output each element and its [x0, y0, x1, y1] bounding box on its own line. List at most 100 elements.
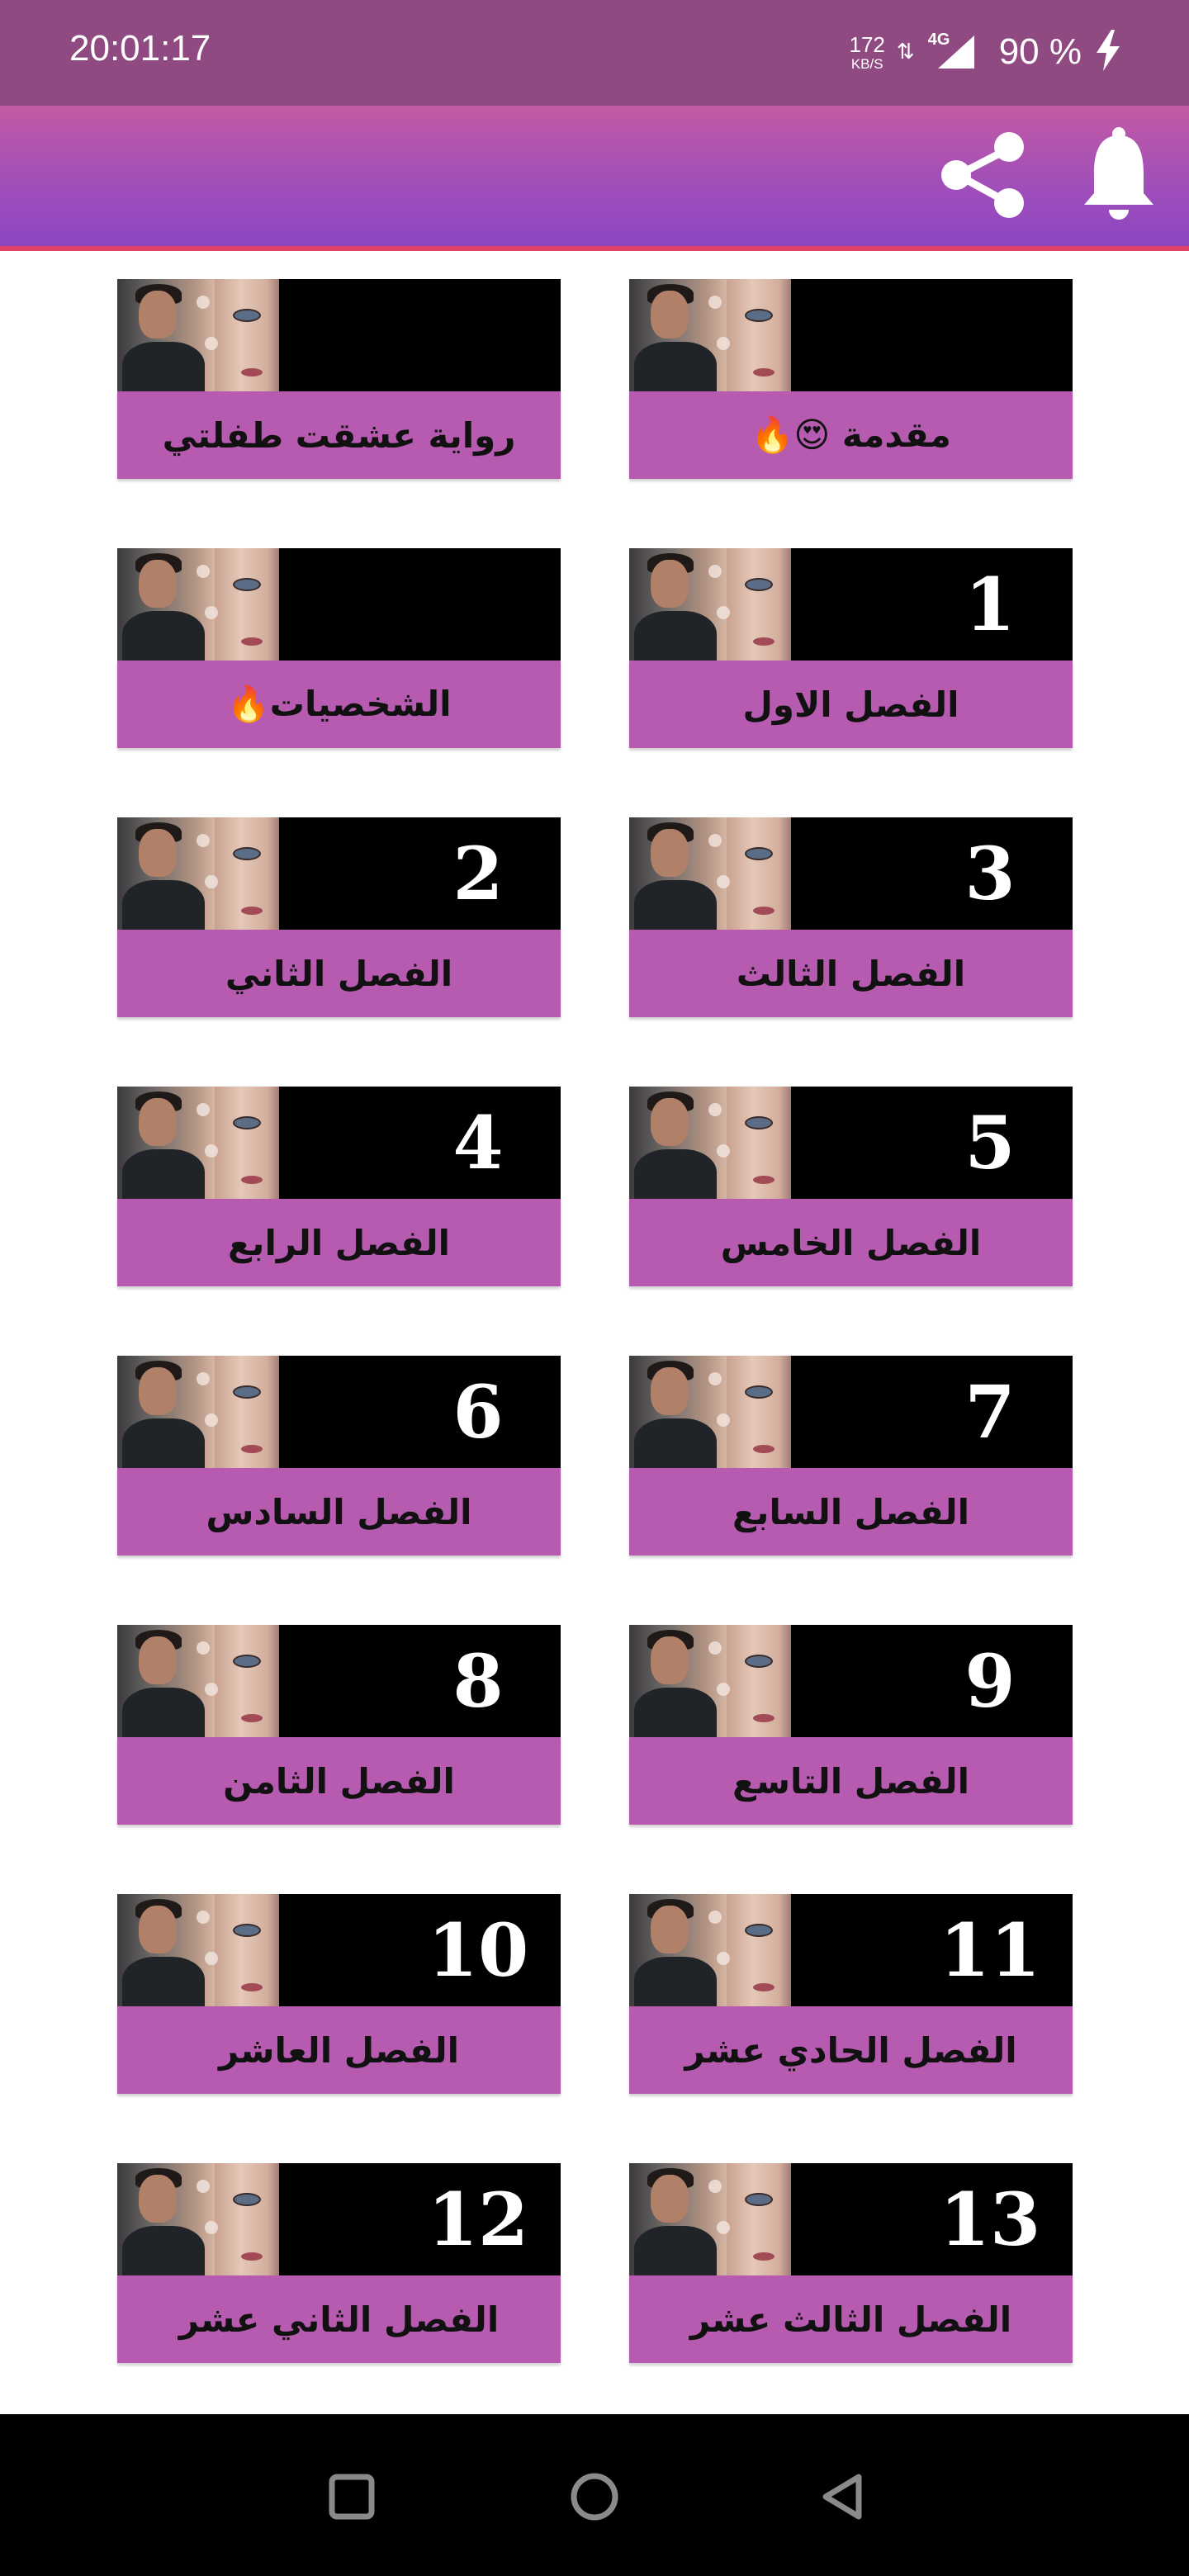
app-bar-divider [0, 246, 1189, 251]
chapter-card[interactable]: مقدمة 😍🔥 [629, 279, 1073, 479]
charging-icon [1093, 30, 1123, 74]
chapter-thumbnail: 13 [629, 2163, 1073, 2275]
back-button[interactable] [793, 2447, 892, 2546]
chapter-card[interactable]: 13 الفصل الثالث عشر [629, 2163, 1073, 2363]
notifications-button[interactable] [1065, 116, 1172, 231]
chapter-thumbnail [629, 279, 1073, 391]
chapter-number [907, 279, 1073, 391]
chapter-thumbnail: 1 [629, 548, 1073, 661]
chapter-title: الفصل الرابع [117, 1199, 561, 1286]
chapter-card[interactable]: 8 الفصل الثامن [117, 1625, 561, 1825]
chapter-card[interactable]: 3 الفصل الثالث [629, 817, 1073, 1017]
chapter-number: 2 [452, 831, 504, 916]
cover-portrait-image [117, 279, 279, 391]
chapter-number: 11 [939, 1907, 1041, 1993]
chapter-title: الفصل التاسع [629, 1737, 1073, 1825]
chapter-card[interactable]: الشخصيات🔥 [117, 548, 561, 748]
chapter-card[interactable]: 12 الفصل الثاني عشر [117, 2163, 561, 2363]
signal-icon: 4G [926, 31, 976, 70]
chapter-thumbnail: 7 [629, 1356, 1073, 1468]
chapter-number: 12 [427, 2176, 529, 2262]
chapter-thumbnail: 3 [629, 817, 1073, 930]
chapter-thumbnail: 8 [117, 1625, 561, 1737]
chapter-title: الفصل الثاني [117, 930, 561, 1017]
chapter-card[interactable]: 2 الفصل الثاني [117, 817, 561, 1017]
chapter-number: 8 [452, 1638, 504, 1724]
recents-button[interactable] [302, 2447, 401, 2546]
network-speed-value: 172 [849, 31, 885, 57]
square-icon [329, 2474, 375, 2520]
chapter-title: الفصل العاشر [117, 2006, 561, 2094]
chapter-title: الفصل الخامس [629, 1199, 1073, 1286]
chapter-card[interactable]: 1 الفصل الاول [629, 548, 1073, 748]
status-icons: 172 KB/S ⇅ 4G 90 % [850, 23, 1123, 81]
chapter-thumbnail: 5 [629, 1087, 1073, 1199]
network-speed-unit: KB/S [850, 55, 883, 72]
status-bar: 20:01:17 172 KB/S ⇅ 4G 90 % [0, 0, 1189, 106]
chapter-number: 6 [452, 1369, 504, 1455]
chapter-card[interactable]: 5 الفصل الخامس [629, 1087, 1073, 1286]
chapter-title: الفصل الثاني عشر [117, 2275, 561, 2363]
cover-portrait-image [629, 2163, 791, 2275]
battery-percent: 90 % [998, 31, 1082, 72]
cover-portrait-image [629, 1087, 791, 1199]
triangle-back-icon [822, 2474, 862, 2520]
chapter-title: رواية عشقت طفلتي [117, 391, 561, 479]
cover-portrait-image [629, 279, 791, 391]
chapter-number: 10 [427, 1907, 529, 1993]
cover-portrait-image [117, 1356, 279, 1468]
cover-portrait-image [629, 548, 791, 661]
chapter-number: 5 [964, 1100, 1016, 1186]
share-button[interactable] [925, 116, 1040, 231]
chapter-thumbnail [117, 279, 561, 391]
chapter-card[interactable]: 11 الفصل الحادي عشر [629, 1894, 1073, 2094]
chapter-number: 3 [964, 831, 1016, 916]
chapter-title: مقدمة 😍🔥 [629, 391, 1073, 479]
chapter-number [396, 548, 561, 661]
chapter-title: الفصل الثالث عشر [629, 2275, 1073, 2363]
cover-portrait-image [629, 817, 791, 930]
chapter-number: 9 [964, 1638, 1016, 1724]
data-transfer-icon: ⇅ [896, 40, 915, 64]
chapter-thumbnail: 4 [117, 1087, 561, 1199]
cover-portrait-image [117, 1625, 279, 1737]
chapter-number: 13 [939, 2176, 1041, 2262]
chapter-card[interactable]: 10 الفصل العاشر [117, 1894, 561, 2094]
chapter-title: الفصل السابع [629, 1468, 1073, 1556]
cover-portrait-image [117, 2163, 279, 2275]
cover-portrait-image [629, 1356, 791, 1468]
home-button[interactable] [545, 2447, 644, 2546]
circle-icon [571, 2473, 618, 2521]
chapter-thumbnail: 2 [117, 817, 561, 930]
system-nav-bar [0, 2414, 1189, 2576]
chapter-card[interactable]: 6 الفصل السادس [117, 1356, 561, 1556]
chapter-number: 4 [452, 1100, 504, 1186]
chapter-thumbnail: 12 [117, 2163, 561, 2275]
chapter-card[interactable]: 9 الفصل التاسع [629, 1625, 1073, 1825]
chapter-thumbnail: 6 [117, 1356, 561, 1468]
chapter-card[interactable]: رواية عشقت طفلتي [117, 279, 561, 479]
share-icon [941, 132, 1024, 218]
chapter-thumbnail [117, 548, 561, 661]
network-type-label: 4G [927, 31, 950, 49]
chapter-title: الشخصيات🔥 [117, 661, 561, 748]
cover-portrait-image [629, 1625, 791, 1737]
cover-portrait-image [117, 1894, 279, 2006]
cover-portrait-image [629, 1894, 791, 2006]
chapter-card[interactable]: 7 الفصل السابع [629, 1356, 1073, 1556]
chapter-number [396, 279, 561, 391]
chapter-title: الفصل الثامن [117, 1737, 561, 1825]
network-speed: 172 KB/S [850, 34, 885, 71]
cover-portrait-image [117, 1087, 279, 1199]
chapter-thumbnail: 10 [117, 1894, 561, 2006]
chapter-number: 1 [964, 561, 1016, 647]
cover-portrait-image [117, 817, 279, 930]
cover-portrait-image [117, 548, 279, 661]
chapter-number: 7 [964, 1369, 1016, 1455]
chapter-thumbnail: 11 [629, 1894, 1073, 2006]
bell-icon [1084, 127, 1153, 220]
chapter-thumbnail: 9 [629, 1625, 1073, 1737]
chapter-title: الفصل الحادي عشر [629, 2006, 1073, 2094]
chapter-title: الفصل الاول [629, 661, 1073, 748]
chapter-card[interactable]: 4 الفصل الرابع [117, 1087, 561, 1286]
